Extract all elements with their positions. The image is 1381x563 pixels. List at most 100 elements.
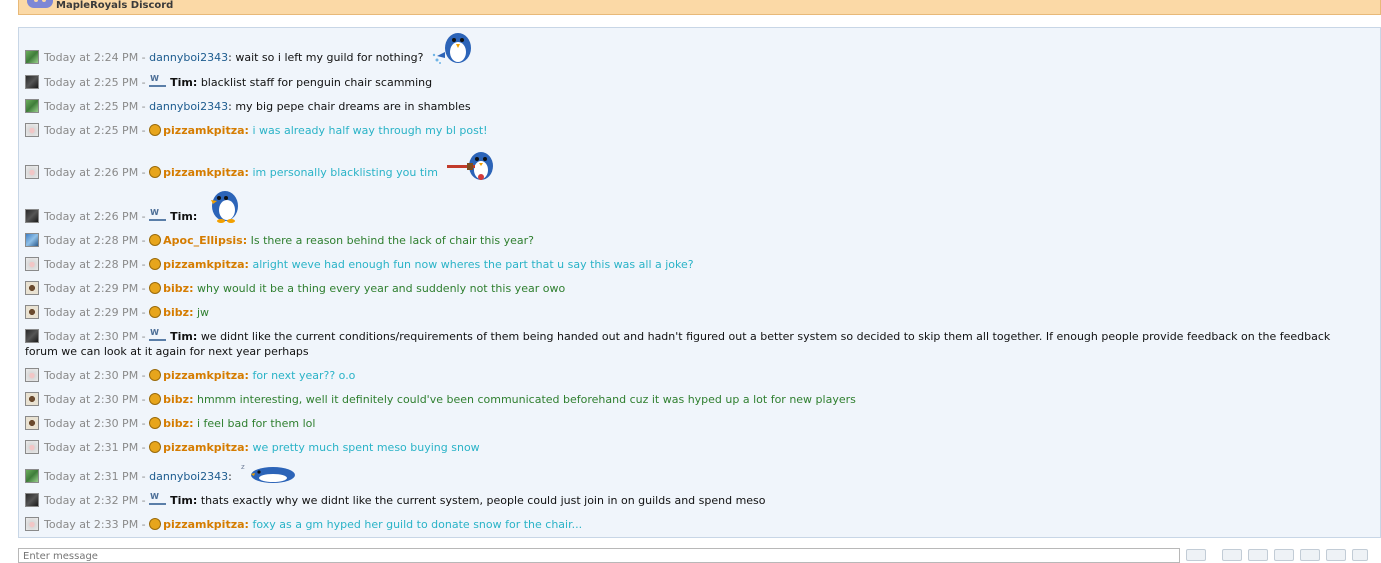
message-text: we didnt like the current conditions/req… (25, 330, 1331, 358)
separator: : (192, 210, 198, 223)
svg-text:z: z (241, 463, 245, 471)
username[interactable]: Tim (170, 330, 193, 343)
penguin-sticker: z (241, 463, 296, 483)
message-text: for next year?? o.o (252, 369, 356, 382)
separator: : (228, 51, 232, 64)
chat-message: Today at 2:26 PM - Tim: (25, 191, 1355, 224)
toolbar-button[interactable] (1352, 549, 1368, 561)
timestamp: Today at 2:26 PM - (44, 210, 146, 223)
user-avatar[interactable] (25, 517, 39, 531)
chat-message: Today at 2:30 PM - pizzamkpitza: for nex… (25, 368, 1355, 383)
username[interactable]: pizzamkpitza (163, 518, 244, 531)
chat-message: Today at 2:31 PM - pizzamkpitza: we pret… (25, 440, 1355, 455)
user-avatar[interactable] (25, 165, 39, 179)
bold-button[interactable] (1248, 549, 1268, 561)
separator: : (244, 124, 249, 137)
username[interactable]: Tim (170, 76, 193, 89)
message-text: why would it be a thing every year and s… (196, 282, 566, 295)
image-button[interactable] (1326, 549, 1346, 561)
username[interactable]: pizzamkpitza (163, 166, 244, 179)
rank-coin-icon (149, 306, 162, 318)
username[interactable]: Tim (170, 494, 193, 507)
separator: : (244, 441, 249, 454)
username[interactable]: bibz (163, 306, 189, 319)
username[interactable]: pizzamkpitza (163, 441, 244, 454)
italic-button[interactable] (1274, 549, 1294, 561)
user-avatar[interactable] (25, 416, 39, 430)
timestamp: Today at 2:29 PM - (44, 306, 146, 319)
message-text: im personally blacklisting you tim (252, 166, 438, 179)
rank-coin-icon (149, 258, 162, 270)
staff-badge-icon (149, 205, 167, 221)
separator: : (189, 306, 194, 319)
username[interactable]: Apoc_Ellipsis (163, 234, 243, 247)
timestamp: Today at 2:29 PM - (44, 282, 146, 295)
username[interactable]: Tim (170, 210, 193, 223)
user-avatar[interactable] (25, 75, 39, 89)
chat-log[interactable]: Today at 2:24 PM - dannyboi2343: wait so… (18, 27, 1381, 538)
username[interactable]: pizzamkpitza (163, 369, 244, 382)
toolbar-button[interactable] (1300, 549, 1320, 561)
separator: : (244, 258, 249, 271)
message-text: we pretty much spent meso buying snow (252, 441, 480, 454)
separator: : (244, 166, 249, 179)
user-avatar[interactable] (25, 368, 39, 382)
timestamp: Today at 2:28 PM - (44, 234, 146, 247)
message-text: my big pepe chair dreams are in shambles (235, 100, 471, 113)
user-avatar[interactable] (25, 493, 39, 507)
timestamp: Today at 2:25 PM - (44, 76, 146, 89)
user-avatar[interactable] (25, 440, 39, 454)
chat-message: Today at 2:30 PM - bibz: hmmm interestin… (25, 392, 1355, 407)
timestamp: Today at 2:30 PM - (44, 369, 146, 382)
user-avatar[interactable] (25, 469, 39, 483)
message-text: blacklist staff for penguin chair scammi… (200, 76, 433, 89)
message-text: jw (196, 306, 210, 319)
separator: : (228, 470, 232, 483)
message-text: thats exactly why we didnt like the curr… (200, 494, 766, 507)
rank-coin-icon (149, 393, 162, 405)
username[interactable]: bibz (163, 393, 189, 406)
message-text: hmmm interesting, well it definitely cou… (196, 393, 856, 406)
timestamp: Today at 2:25 PM - (44, 100, 146, 113)
username[interactable]: bibz (163, 417, 189, 430)
chat-message: Today at 2:25 PM - dannyboi2343: my big … (25, 99, 1355, 114)
timestamp: Today at 2:33 PM - (44, 518, 146, 531)
username[interactable]: dannyboi2343 (149, 470, 228, 483)
penguin-sticker (447, 152, 494, 180)
chat-message: Today at 2:30 PM - Tim: we didnt like th… (25, 325, 1355, 359)
user-avatar[interactable] (25, 99, 39, 113)
toolbar-button[interactable] (1222, 549, 1242, 561)
timestamp: Today at 2:30 PM - (44, 393, 146, 406)
message-text: Is there a reason behind the lack of cha… (250, 234, 534, 247)
chat-message: Today at 2:33 PM - pizzamkpitza: foxy as… (25, 517, 1355, 532)
username[interactable]: dannyboi2343 (149, 51, 228, 64)
user-avatar[interactable] (25, 392, 39, 406)
chat-header: MapleRoyals Discord (18, 0, 1381, 15)
separator: : (244, 369, 249, 382)
user-avatar[interactable] (25, 305, 39, 319)
user-avatar[interactable] (25, 257, 39, 271)
username[interactable]: bibz (163, 282, 189, 295)
message-text: wait so i left my guild for nothing? (235, 51, 424, 64)
username[interactable]: dannyboi2343 (149, 100, 228, 113)
rank-coin-icon (149, 441, 162, 453)
username[interactable]: pizzamkpitza (163, 258, 244, 271)
timestamp: Today at 2:24 PM - (44, 51, 146, 64)
username[interactable]: pizzamkpitza (163, 124, 244, 137)
user-avatar[interactable] (25, 329, 39, 343)
chat-message: Today at 2:29 PM - bibz: why would it be… (25, 281, 1355, 296)
separator: : (244, 518, 249, 531)
staff-badge-icon (149, 489, 167, 505)
message-input[interactable] (19, 550, 1179, 563)
timestamp: Today at 2:25 PM - (44, 124, 146, 137)
user-avatar[interactable] (25, 123, 39, 137)
user-avatar[interactable] (25, 209, 39, 223)
timestamp: Today at 2:30 PM - (44, 417, 146, 430)
user-avatar[interactable] (25, 281, 39, 295)
separator: : (189, 393, 194, 406)
separator: : (189, 282, 194, 295)
send-button[interactable] (1186, 549, 1206, 561)
user-avatar[interactable] (25, 50, 39, 64)
user-avatar[interactable] (25, 233, 39, 247)
chat-message: Today at 2:31 PM - dannyboi2343: z (25, 463, 1355, 484)
